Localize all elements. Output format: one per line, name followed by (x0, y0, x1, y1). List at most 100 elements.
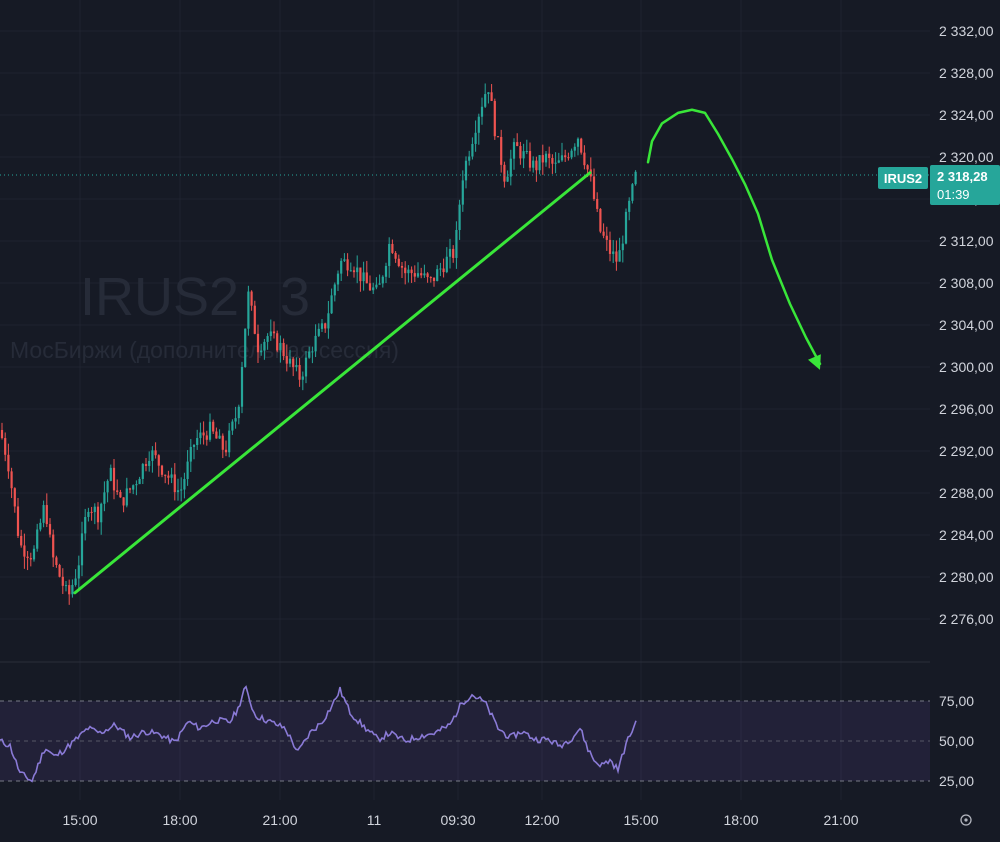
candle-body (324, 323, 327, 329)
candle-body (528, 151, 532, 168)
candle-body (10, 471, 13, 489)
candle-body (48, 524, 52, 535)
candle-body (13, 488, 16, 507)
candle-body (429, 277, 432, 279)
candle-body (576, 138, 580, 147)
candle-body (343, 259, 346, 261)
candle-body (525, 151, 528, 153)
candle-body (132, 485, 135, 490)
candle-body (141, 464, 144, 479)
candle-body (253, 305, 256, 334)
candle-body (311, 351, 314, 353)
price-axis[interactable]: 2 332,002 328,002 324,002 320,002 316,00… (939, 23, 994, 627)
candle-body (621, 243, 624, 251)
candle-body (77, 565, 80, 579)
candle-body (61, 576, 64, 586)
candle-body (346, 259, 349, 271)
candle-body (151, 450, 154, 461)
candle-body (228, 430, 231, 453)
rsi-axis[interactable]: 75,00 50,00 25,00 (939, 693, 974, 789)
candle-body (618, 250, 621, 262)
candle-body (634, 171, 637, 185)
candle-body (164, 474, 167, 476)
candle-body (506, 176, 509, 182)
candle-body (381, 276, 384, 284)
candle-body (192, 445, 196, 447)
time-tick-label: 18:00 (162, 812, 197, 828)
rsi-tick-label: 50,00 (939, 733, 974, 749)
candle-body (260, 350, 263, 353)
candle-body (436, 269, 439, 282)
candle-body (84, 516, 87, 534)
candle-body (439, 268, 442, 270)
candle-body (548, 153, 551, 158)
candle-body (58, 564, 61, 577)
candle-body (564, 155, 567, 158)
candle-body (87, 511, 90, 517)
candle-body (96, 506, 100, 523)
price-tick-label: 2 292,00 (939, 443, 994, 459)
candle-body (580, 138, 583, 153)
candle-body (541, 155, 544, 163)
candle-body (244, 328, 247, 367)
price-tick-label: 2 324,00 (939, 107, 994, 123)
candle-body (314, 335, 317, 352)
watermark-interval: 3 (280, 267, 310, 327)
candle-body (176, 490, 180, 493)
candle-body (26, 556, 29, 559)
candle-body (330, 295, 333, 314)
candle-body (554, 162, 557, 164)
rsi-tick-label: 75,00 (939, 693, 974, 709)
chart-area[interactable]: IRUS2 3 МосБиржи (дополнительная сессия)… (0, 0, 1000, 842)
candle-body (426, 273, 429, 278)
candle-body (455, 229, 458, 258)
candle-body (116, 490, 119, 492)
candle-body (327, 313, 330, 329)
candle-body (388, 243, 391, 266)
candle-body (535, 160, 538, 171)
candle-body (202, 432, 205, 436)
candle-body (256, 333, 260, 353)
candle-body (503, 164, 506, 182)
price-tick-label: 2 288,00 (939, 485, 994, 501)
candle-body (167, 475, 170, 478)
candle-body (452, 248, 455, 258)
candle-body (596, 198, 599, 209)
candle-body (372, 287, 375, 291)
candle-body (282, 342, 285, 357)
candle-body (365, 272, 368, 284)
candle-body (356, 267, 359, 273)
candle-body (29, 558, 32, 560)
candle-body (221, 435, 224, 450)
candle-body (196, 438, 199, 446)
candle-body (624, 211, 628, 244)
time-axis[interactable]: 15:00 18:00 21:00 11 09:30 12:00 15:00 18:00 21:… (62, 812, 858, 828)
candle-body (608, 239, 612, 254)
time-tick-label: 21:00 (262, 812, 297, 828)
candle-body (208, 421, 212, 440)
candle-body (480, 106, 484, 117)
candle-body (378, 283, 381, 285)
price-tick-label: 2 312,00 (939, 233, 994, 249)
candle-body (567, 157, 570, 159)
price-tick-label: 2 332,00 (939, 23, 994, 39)
candle-body (461, 180, 464, 205)
candle-body (413, 273, 416, 277)
time-tick-label: 15:00 (62, 812, 97, 828)
candle-body (64, 585, 68, 587)
price-tag-value: 2 318,28 (937, 169, 988, 184)
candle-body (320, 323, 324, 329)
candle-body (7, 454, 10, 472)
candle-body (93, 506, 96, 513)
candle-body (484, 94, 487, 107)
candle-body (448, 248, 452, 257)
candle-body (247, 291, 250, 329)
candle-body (199, 432, 202, 439)
watermark-exchange: МосБиржи (дополнительная сессия) (10, 337, 399, 363)
candle-body (445, 256, 448, 273)
candle-body (551, 157, 554, 164)
candle-body (250, 291, 253, 306)
candle-body (522, 151, 525, 159)
candle-body (592, 176, 596, 199)
watermark-symbol: IRUS2 (80, 267, 239, 327)
